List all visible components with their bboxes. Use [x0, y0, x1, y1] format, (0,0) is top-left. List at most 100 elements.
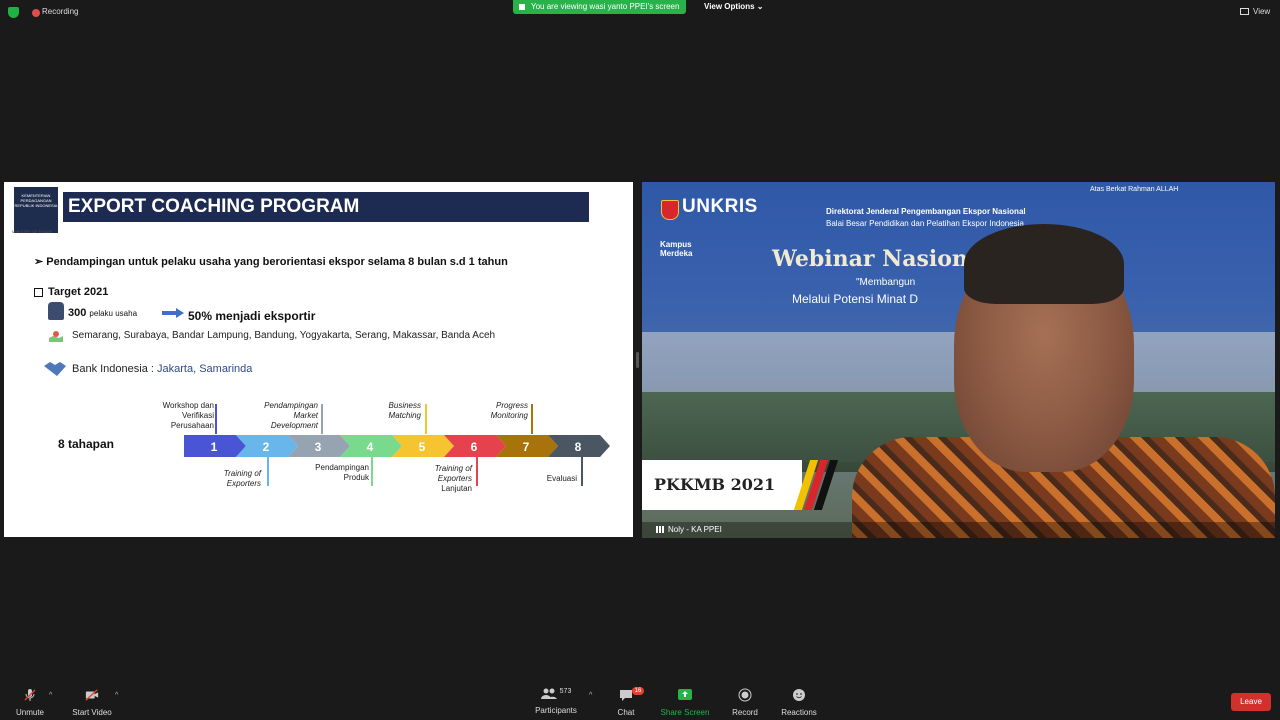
share-screen-icon [678, 689, 692, 700]
stage-4-number: 4 [367, 440, 374, 454]
record-button[interactable]: Record [730, 688, 760, 717]
chat-label: Chat [617, 708, 635, 717]
background-subtitle-1: "Membangun [856, 277, 916, 288]
speaker-video: UNKRIS Kampus Merdeka Atas Berkat Rahman… [642, 182, 1275, 538]
bank-label: Bank Indonesia : [72, 363, 158, 375]
bullet-2-text: Target 2021 [48, 286, 109, 298]
security-shield-icon[interactable] [8, 7, 19, 18]
participants-button[interactable]: 573 Participants [534, 688, 578, 715]
arrow-bullet-icon: ➢ [34, 256, 47, 268]
logo-text: KEMENTERIAN PERDAGANGAN REPUBLIK INDONES… [14, 193, 58, 208]
share-banner-text: You are viewing wasi yanto PPEI's screen [531, 2, 680, 11]
ministry-logo: KEMENTERIAN PERDAGANGAN REPUBLIK INDONES… [14, 187, 58, 233]
business-people-icon [48, 302, 64, 320]
stage-4-label: Pendampingan Produk [302, 463, 369, 483]
unmute-button[interactable]: Unmute [14, 688, 46, 717]
stage-2-label: Training of Exporters [204, 469, 261, 489]
target-count-number: 300 [68, 307, 87, 319]
slide-title: EXPORT COACHING PROGRAM [63, 192, 589, 222]
target-count: 300 pelaku usaha [68, 307, 137, 319]
speaker-hair [964, 224, 1124, 304]
video-off-icon [85, 689, 99, 701]
chat-unread-badge: 16 [632, 687, 644, 695]
leave-button[interactable]: Leave [1231, 693, 1271, 711]
stage-8-label: Evaluasi [534, 474, 577, 484]
background-subtitle-2: Melalui Potensi Minat D [792, 292, 919, 306]
stage-6-number: 6 [471, 440, 478, 454]
chat-icon [620, 690, 632, 701]
stage-3-label-text: Pendampingan Market Development [264, 401, 318, 430]
right-arrow-icon [162, 308, 184, 318]
share-screen-label: Share Screen [660, 708, 710, 717]
stage-2-connector [267, 454, 269, 486]
stage-1-label: Workshop dan Verifikasi Perusahaan [144, 401, 214, 431]
stage-6-label-text: Training of Exporters [434, 464, 472, 483]
background-webinar-title: Webinar Nasional [772, 246, 991, 272]
view-label: View [1253, 7, 1271, 16]
participants-caret[interactable]: ^ [589, 692, 592, 699]
stage-6-connector [476, 454, 478, 486]
stage-5-number: 5 [419, 440, 426, 454]
stages-chevron-row: 1 2 3 4 5 6 7 8 [184, 435, 610, 457]
map-pin-icon [49, 331, 63, 342]
signal-strength-icon [656, 526, 664, 534]
stage-1-connector [215, 404, 217, 434]
audio-options-caret[interactable]: ^ [49, 692, 52, 699]
handshake-icon [44, 362, 66, 376]
stage-3-connector [321, 404, 323, 434]
view-layout-icon [1240, 8, 1249, 16]
unmute-label: Unmute [15, 708, 44, 717]
meeting-top-bar: Recording You are viewing wasi yanto PPE… [0, 0, 1280, 26]
stage-7-connector [531, 404, 533, 434]
record-icon [738, 688, 752, 702]
participant-name: Noly - KA PPEI [668, 525, 722, 534]
stage-4-connector [371, 454, 373, 486]
participants-count: 573 [559, 688, 572, 695]
stage-6-label: Training of Exporters Lanjutan [414, 464, 472, 494]
stage-2-number: 2 [263, 440, 270, 454]
slide-bullet-2: Target 2021 [34, 286, 108, 298]
participants-icon-row: 573 [534, 688, 578, 702]
stage-2-label-text: Training of Exporters [223, 469, 261, 488]
bank-places: Jakarta, Samarinda [157, 363, 253, 375]
stage-6-label-sub: Lanjutan [441, 484, 472, 493]
logo-subtitle: MINISTRY OF TRADE [12, 229, 53, 234]
stage-8-connector [581, 454, 583, 486]
view-options-button[interactable]: View Options ⌄ [704, 2, 763, 11]
stage-1-label-text: Workshop dan Verifikasi Perusahaan [162, 401, 214, 430]
reactions-label: Reactions [781, 708, 817, 717]
stage-3-number: 3 [315, 440, 322, 454]
record-label: Record [732, 708, 758, 717]
view-button[interactable]: View [1240, 7, 1270, 16]
share-screen-button[interactable]: Share Screen [660, 688, 710, 717]
organizer-line-1: Direktorat Jenderal Pengembangan Ekspor … [826, 207, 1026, 216]
screen-share-banner: You are viewing wasi yanto PPEI's screen [513, 0, 686, 14]
participants-icon [540, 688, 557, 699]
stage-7-label-text: Progress Monitoring [490, 401, 528, 420]
start-video-button[interactable]: Start Video [70, 688, 114, 717]
target-percentage: 50% menjadi eksportir [188, 309, 316, 323]
split-resize-handle[interactable] [636, 352, 639, 368]
stages-label: 8 tahapan [58, 437, 115, 451]
reactions-button[interactable]: Reactions [780, 688, 818, 717]
recording-label: Recording [42, 7, 79, 16]
view-options-label: View Options [704, 2, 755, 11]
start-video-label: Start Video [72, 708, 112, 717]
stage-5-label: Business Matching [374, 401, 421, 421]
stage-4-label-text: Pendampingan Produk [315, 463, 369, 482]
cities-list: Semarang, Surabaya, Bandar Lampung, Band… [72, 330, 496, 341]
unkris-logo-text: UNKRIS [682, 196, 758, 217]
video-options-caret[interactable]: ^ [115, 692, 118, 699]
kampus-merdeka-logo: Kampus Merdeka [660, 240, 693, 258]
checkbox-bullet-icon [34, 287, 43, 297]
meeting-toolbar: Unmute ^ Start Video ^ 573 Participants … [0, 680, 1280, 720]
chevron-down-icon: ⌄ [756, 2, 764, 11]
bank-indonesia-line: Bank Indonesia : Jakarta, Samarinda [72, 363, 252, 375]
stage-1-chevron: 1 [184, 435, 246, 457]
participant-nametag: Noly - KA PPEI [642, 522, 1275, 538]
muted-mic-icon [24, 689, 36, 701]
background-caption: Atas Berkat Rahman ALLAH [1090, 186, 1179, 193]
pkkmb-banner: PKKMB 2021 [642, 460, 802, 510]
stage-7-label: Progress Monitoring [474, 401, 528, 421]
stage-5-label-text: Business Matching [388, 401, 421, 420]
